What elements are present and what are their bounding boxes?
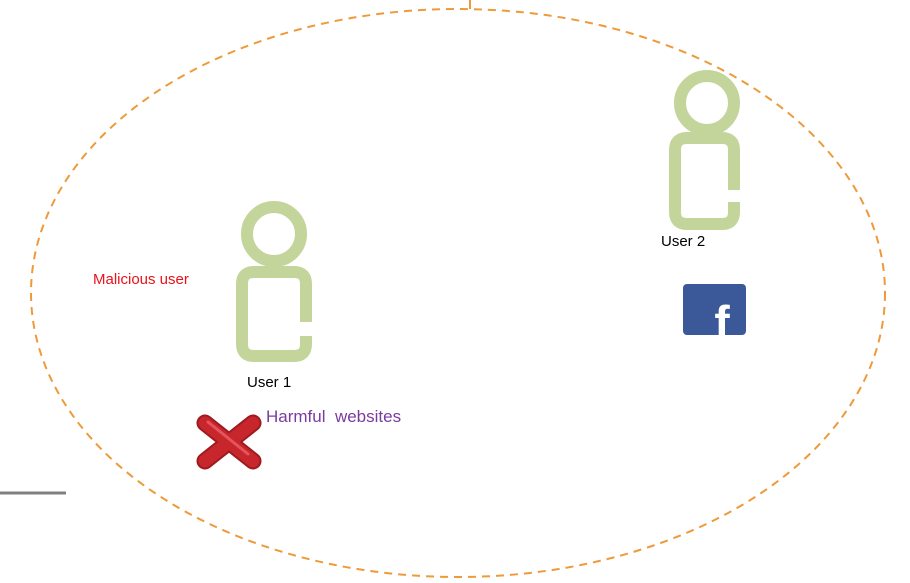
facebook-icon: f [683, 284, 746, 348]
person-icon [236, 201, 312, 362]
harmful-websites-label: Harmful websites [266, 407, 402, 426]
red-x-icon [196, 414, 262, 470]
network-boundary [30, 8, 886, 578]
network-diagram: f [0, 0, 886, 578]
user-1-label: User 1 [247, 374, 292, 391]
person-icon [669, 70, 740, 230]
facebook-letter: f [714, 296, 730, 348]
malicious-user-label: Malicious user [93, 271, 189, 288]
user-2-label: User 2 [661, 233, 706, 250]
